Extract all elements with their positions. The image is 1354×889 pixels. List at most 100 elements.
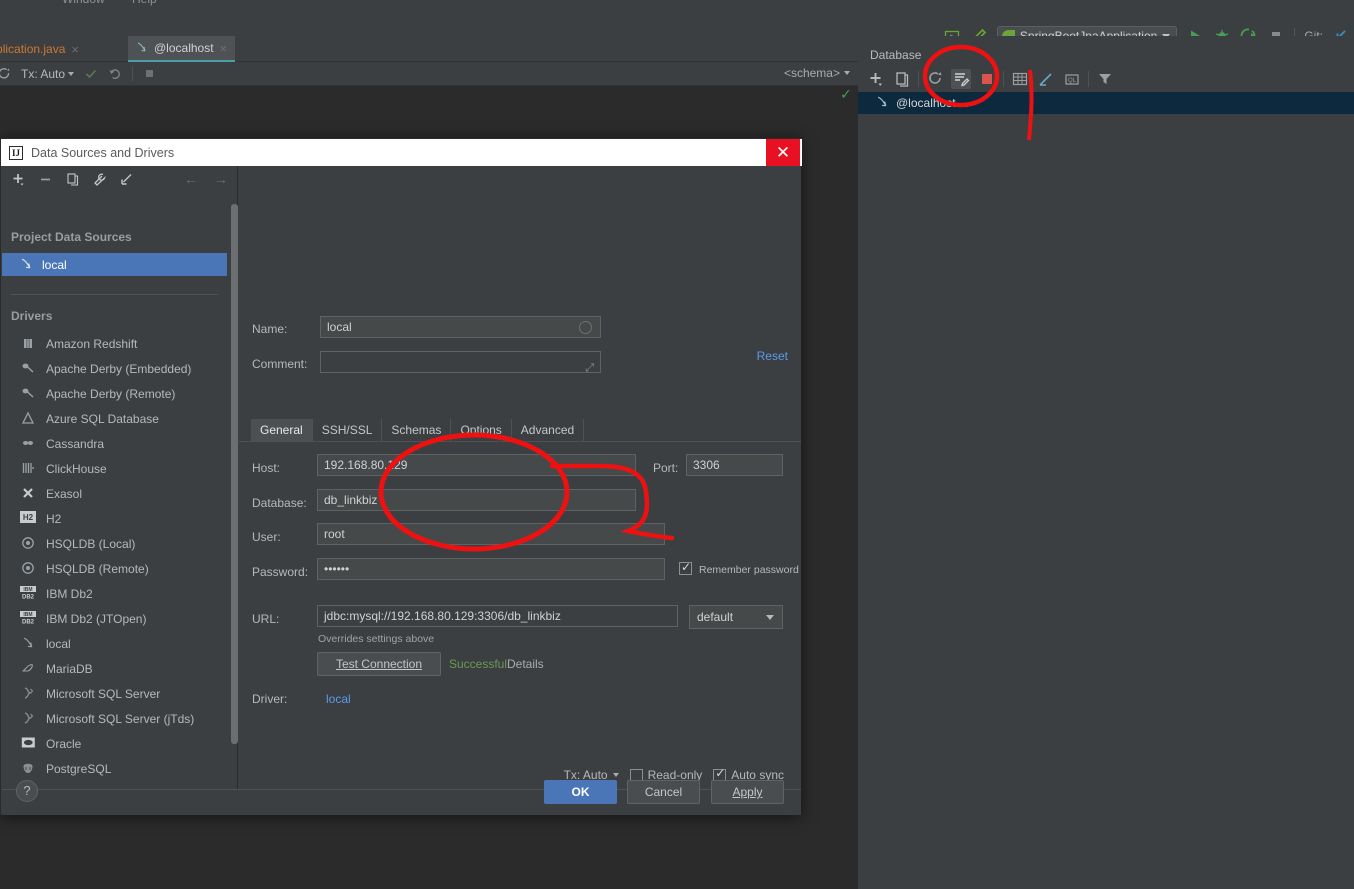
editor-tab-jpa-application[interactable]: paApplication.java × [0, 36, 87, 62]
list-item[interactable]: Microsoft SQL Server [2, 681, 230, 706]
edit-pencil-icon[interactable] [1036, 69, 1056, 89]
list-item[interactable]: Microsoft SQL Server (jTds) [2, 706, 230, 731]
list-item-label: H2 [46, 511, 62, 526]
list-item[interactable]: IBM DB2 IBM Db2 (JTOpen) [2, 606, 230, 631]
ok-button[interactable]: OK [544, 780, 617, 804]
list-item[interactable]: Cassandra [2, 431, 230, 456]
tab-advanced[interactable]: Advanced [512, 419, 585, 441]
close-icon[interactable]: × [71, 43, 79, 56]
list-item[interactable]: ClickHouse [2, 456, 230, 481]
menubar: Window Help [0, 0, 1354, 18]
password-label: Password: [252, 565, 309, 579]
rollback-icon[interactable] [103, 67, 127, 81]
tab-general[interactable]: General [251, 419, 313, 441]
list-item-label: HSQLDB (Remote) [46, 561, 149, 576]
datasource-icon [20, 636, 36, 652]
database-label: Database: [252, 496, 307, 510]
query-console-icon[interactable]: QL [1062, 69, 1082, 89]
dialog-title: Data Sources and Drivers [31, 145, 175, 160]
table-grid-icon[interactable] [1010, 69, 1030, 89]
list-item[interactable]: Oracle [2, 731, 230, 756]
tab-label: Options [460, 423, 502, 437]
duplicate-icon[interactable] [892, 69, 912, 89]
test-connection-details-link[interactable]: Details [507, 657, 544, 671]
reset-link[interactable]: Reset [757, 349, 788, 363]
tab-label: Schemas [391, 423, 442, 437]
data-source-properties-icon[interactable] [951, 69, 971, 89]
mssql-icon [20, 711, 36, 727]
tab-schemas[interactable]: Schemas [382, 419, 452, 441]
tab-label: General [260, 423, 303, 437]
tab-ssh-ssl[interactable]: SSH/SSL [313, 419, 383, 441]
password-input[interactable]: •••••• [317, 558, 665, 580]
wrench-icon[interactable] [92, 172, 107, 187]
remember-password-checkbox[interactable] [679, 560, 692, 575]
driver-link[interactable]: local [326, 692, 351, 706]
list-item[interactable]: Apache Derby (Embedded) [2, 356, 230, 381]
data-source-form: Name: local Comment: ⤢ Reset General SSH… [239, 166, 801, 789]
list-item[interactable]: MariaDB [2, 656, 230, 681]
sync-refresh-icon[interactable] [925, 69, 945, 89]
remove-icon[interactable] [38, 172, 53, 187]
main-toolbar: SpringBootJpaApplication Git: [0, 18, 1354, 47]
apply-button[interactable]: Apply [711, 780, 784, 804]
list-item[interactable]: HSQLDB (Remote) [2, 556, 230, 581]
list-item[interactable]: Exasol [2, 481, 230, 506]
copy-icon[interactable] [65, 172, 80, 187]
close-icon[interactable]: ✕ [766, 139, 800, 166]
menu-item-help[interactable]: Help [132, 0, 157, 6]
list-item-label: local [46, 636, 71, 651]
refresh-icon[interactable] [0, 67, 16, 81]
sidebar-item-local-datasource[interactable]: local [2, 253, 227, 276]
list-item[interactable]: Azure SQL Database [2, 406, 230, 431]
form-tab-strip: General SSH/SSL Schemas Options Advanced [251, 419, 801, 441]
tab-options[interactable]: Options [451, 419, 512, 441]
data-sources-sidebar: ← → Project Data Sources local Drivers A… [2, 166, 238, 789]
list-item[interactable]: Amazon Redshift [2, 331, 230, 356]
project-data-sources-header: Project Data Sources [11, 230, 132, 244]
database-tree-row[interactable]: @localhost ... [858, 92, 1354, 114]
menu-item-window[interactable]: Window [62, 0, 105, 6]
url-input[interactable]: jdbc:mysql://192.168.80.129:3306/db_link… [317, 605, 678, 627]
filter-icon[interactable] [1095, 69, 1115, 89]
editor-tab-localhost[interactable]: @localhost × [128, 36, 236, 62]
schema-selector[interactable]: <schema> [784, 66, 850, 80]
drivers-list[interactable]: Amazon Redshift Apache Derby (Embedded) … [2, 331, 230, 777]
list-item[interactable]: PostgreSQL [2, 756, 230, 777]
comment-input[interactable]: ⤢ [320, 351, 601, 373]
database-input[interactable]: db_linkbiz [317, 489, 636, 511]
intellij-logo-icon: IJ [9, 145, 23, 160]
data-sources-and-drivers-dialog: IJ Data Sources and Drivers ✕ ← → Projec… [0, 138, 802, 815]
user-input[interactable]: root [317, 523, 665, 545]
url-mode-select[interactable]: default [689, 605, 783, 629]
list-item[interactable]: local [2, 631, 230, 656]
list-item[interactable]: IBM DB2 IBM Db2 [2, 581, 230, 606]
cancel-button[interactable]: Cancel [627, 780, 700, 804]
close-icon[interactable]: × [220, 42, 228, 55]
scrollbar-thumb[interactable] [231, 204, 238, 744]
tx-mode-selector[interactable]: Tx: Auto [16, 67, 79, 81]
driver-label: Driver: [252, 692, 288, 706]
forward-arrow-icon[interactable]: → [214, 171, 228, 187]
host-input[interactable]: 192.168.80.129 [317, 454, 636, 476]
add-icon[interactable] [11, 172, 26, 187]
back-arrow-icon[interactable]: ← [184, 171, 198, 187]
toolbar-divider [918, 71, 919, 87]
test-connection-button[interactable]: Test Connection [317, 652, 441, 676]
help-button[interactable]: ? [16, 780, 38, 802]
list-item[interactable]: Apache Derby (Remote) [2, 381, 230, 406]
sidebar-scrollbar[interactable] [231, 196, 238, 777]
port-input[interactable]: 3306 [686, 454, 783, 476]
commit-check-icon[interactable] [79, 67, 103, 81]
stop-square-icon[interactable] [138, 67, 161, 80]
name-input[interactable]: local [320, 316, 601, 338]
ok-label: OK [571, 785, 590, 799]
list-item[interactable]: HSQLDB (Local) [2, 531, 230, 556]
cassandra-icon [20, 436, 36, 452]
import-icon[interactable] [119, 172, 134, 187]
list-item[interactable]: H2 H2 [2, 506, 230, 531]
expand-icon[interactable]: ⤢ [585, 358, 594, 372]
url-mode-value: default [697, 610, 734, 624]
stop-red-icon[interactable] [977, 69, 997, 89]
add-plus-icon[interactable] [866, 69, 886, 89]
